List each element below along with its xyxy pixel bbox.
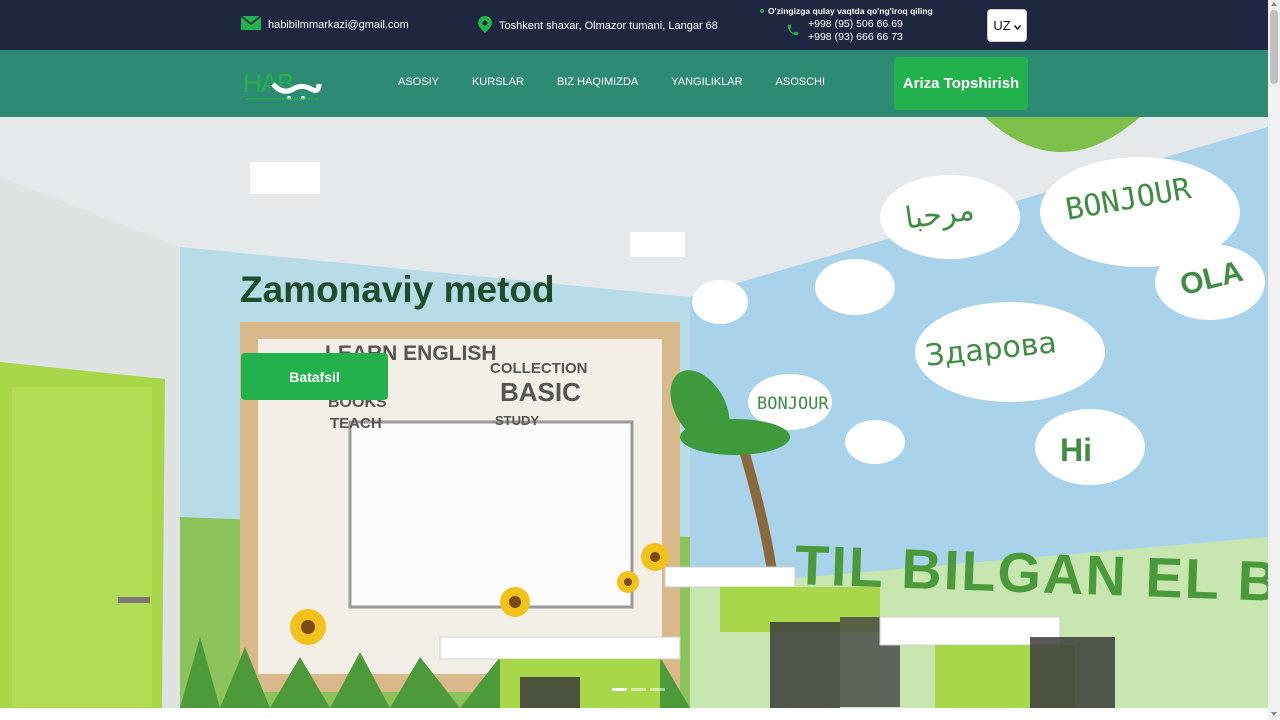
status-dot-icon: [760, 9, 764, 13]
call-cta-text: O'zingizga qulay vaqtda qo'ng'iroq qilin…: [768, 6, 933, 16]
page-bottom: [0, 708, 1268, 720]
slide-indicators: [612, 688, 665, 691]
map-pin-icon: [478, 16, 492, 36]
board-word-study: STUDY: [495, 413, 540, 428]
call-cta: O'zingizga qulay vaqtda qo'ng'iroq qilin…: [760, 6, 933, 16]
slide-indicator[interactable]: [631, 688, 646, 691]
address-text: Toshkent shaxar, Olmazor tumani, Langar …: [499, 20, 718, 32]
board-word-basic: BASIC: [500, 377, 581, 407]
scroll-up-arrow-icon[interactable]: [1271, 2, 1277, 6]
contact-phones: O'zingizga qulay vaqtda qo'ng'iroq qilin…: [760, 6, 933, 43]
phone-list: +998 (95) 506 66 69 +998 (93) 666 66 73: [808, 18, 903, 44]
nav-item-biz-haqimizda[interactable]: BIZ HAQIMIZDA: [557, 76, 638, 88]
phone-icon: [786, 23, 800, 40]
nav-item-asoschi[interactable]: ASOSCHI: [776, 76, 826, 88]
main-navbar: HAB ASOSIY KURSLAR BIZ HAQIMIZDA YANGILI…: [0, 50, 1268, 117]
email-text: habibilmmarkazi@gmail.com: [268, 18, 409, 31]
page-scrollbar[interactable]: [1268, 0, 1280, 720]
scroll-down-arrow-icon[interactable]: [1271, 712, 1277, 716]
slide-indicator[interactable]: [612, 688, 627, 691]
nav-item-yangiliklar[interactable]: YANGILIKLAR: [671, 76, 742, 88]
board-word-collection: COLLECTION: [490, 360, 588, 377]
scroll-thumb[interactable]: [1270, 10, 1278, 84]
top-contact-bar: habibilmmarkazi@gmail.com Toshkent shaxa…: [0, 0, 1268, 50]
mural-word-hi: Hi: [1060, 432, 1092, 468]
nav-item-kurslar[interactable]: KURSLAR: [472, 76, 524, 88]
language-value: UZ: [993, 18, 1011, 33]
language-select[interactable]: UZ: [987, 9, 1027, 42]
contact-address[interactable]: Toshkent shaxar, Olmazor tumani, Langar …: [478, 16, 718, 36]
phone-number[interactable]: +998 (95) 506 66 69: [808, 18, 903, 31]
nav-menu: ASOSIY KURSLAR BIZ HAQIMIZDA YANGILIKLAR…: [398, 76, 858, 88]
logo-mark: HAB: [243, 68, 322, 100]
chevron-down-icon: [1013, 18, 1021, 33]
contact-email[interactable]: habibilmmarkazi@gmail.com: [240, 15, 409, 33]
hero-slider: مرحبا BONJOUR OLA Здарова Hi BONJOUR LEA…: [0, 117, 1268, 708]
apply-button[interactable]: Ariza Topshirish: [894, 57, 1028, 110]
details-button[interactable]: Batafsil: [241, 353, 388, 400]
nav-item-asosiy[interactable]: ASOSIY: [398, 76, 439, 88]
phone-number[interactable]: +998 (93) 666 66 73: [808, 31, 903, 44]
habib-logo[interactable]: HAB: [243, 62, 323, 106]
mural-word-bonjour-small: BONJOUR: [757, 394, 829, 414]
slide-indicator[interactable]: [650, 688, 665, 691]
hero-title: Zamonaviy metod: [240, 269, 555, 310]
phone-group: +998 (95) 506 66 69 +998 (93) 666 66 73: [786, 18, 903, 44]
envelope-icon: [240, 15, 262, 33]
board-word-teach: TEACH: [330, 415, 382, 432]
